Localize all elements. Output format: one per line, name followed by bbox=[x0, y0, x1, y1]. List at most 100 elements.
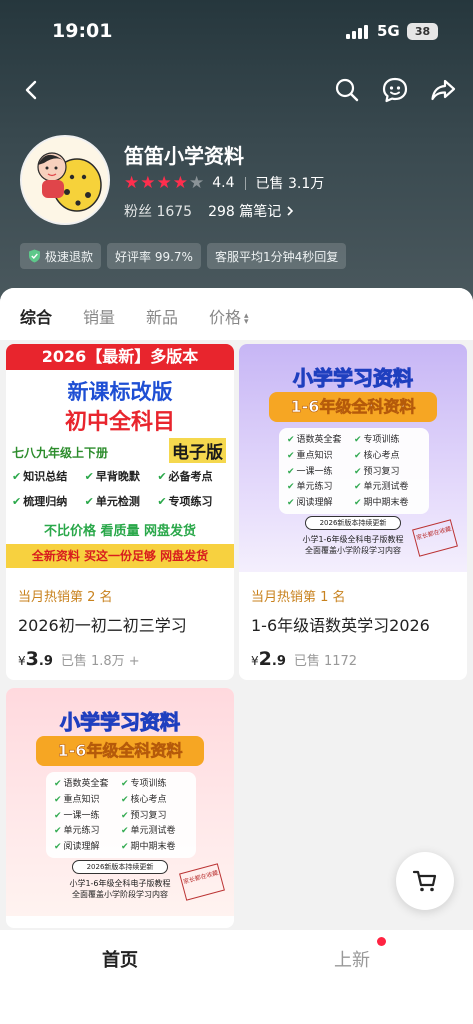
divider bbox=[244, 176, 246, 190]
tab-price-label: 价格 bbox=[209, 308, 242, 327]
poster-item: 语数英全套 bbox=[54, 776, 121, 791]
rank-label: 当月热销第 2 名 bbox=[18, 590, 113, 605]
rating-row: ★ ★ ★ ★ ★ 4.4 已售 3.1万 bbox=[124, 172, 324, 194]
tab-new[interactable]: 新品 bbox=[146, 304, 178, 328]
network-label: 5G bbox=[377, 22, 400, 40]
rank-label: 当月热销第 1 名 bbox=[251, 590, 346, 605]
price-row: ¥ 2 .9 已售 1172 bbox=[251, 648, 357, 670]
notification-dot bbox=[377, 937, 386, 946]
product-card[interactable]: 2026【最新】多版本 新课标改版 初中全科目 七八九年级上下册 电子版 知识总… bbox=[6, 344, 234, 680]
poster-item: 期中期末卷 bbox=[121, 839, 188, 854]
search-icon[interactable] bbox=[331, 74, 363, 106]
cart-icon bbox=[412, 870, 437, 892]
poster-sub: 七八九年级上下册 bbox=[12, 446, 109, 460]
poster-item: 阅读理解 bbox=[54, 839, 121, 854]
tag-response-time[interactable]: 客服平均1分钟4秒回复 bbox=[206, 243, 347, 269]
tag-label: 好评率 99.7% bbox=[115, 249, 193, 264]
chevron-right-icon bbox=[287, 206, 294, 216]
bottom-tab-bar: 首页 上新 bbox=[0, 930, 473, 1024]
poster-item: 核心考点 bbox=[354, 448, 421, 463]
price-integer: 3 bbox=[25, 648, 39, 670]
status-time: 19:01 bbox=[52, 20, 113, 42]
share-icon[interactable] bbox=[427, 74, 459, 106]
product-image: 小学学习资料 1-6年级全科资料 语数英全套 专项训练 重点知识 核心考点 一课… bbox=[6, 688, 234, 916]
poster-item: 期中期末卷 bbox=[354, 495, 421, 510]
poster-pill: 2026新版本持续更新 bbox=[72, 860, 168, 874]
product-title: 1-6年级语数英学习2026 bbox=[251, 616, 430, 635]
poster-slogan: 不比价格 看质量 网盘发货 bbox=[43, 524, 197, 539]
tab-home[interactable]: 首页 bbox=[102, 946, 138, 972]
sold-label: 已售 1172 bbox=[293, 654, 358, 669]
poster-line2: 初中全科目 bbox=[64, 410, 175, 435]
poster-item: 阅读理解 bbox=[287, 495, 354, 510]
product-card[interactable]: 小学学习资料 1-6年级全科资料 语数英全套 专项训练 重点知识 核心考点 一课… bbox=[6, 688, 234, 928]
chat-icon[interactable] bbox=[379, 74, 411, 106]
poster-pill: 2026新版本持续更新 bbox=[305, 516, 401, 530]
price-decimal: .9 bbox=[38, 654, 53, 669]
poster-feature: 必备考点 bbox=[157, 468, 230, 484]
notes-link[interactable]: 298 篇笔记 bbox=[208, 201, 296, 221]
sold-label: 已售 1.8万 + bbox=[60, 654, 140, 669]
price-symbol: ¥ bbox=[18, 654, 26, 668]
poster-item: 预习复习 bbox=[354, 464, 421, 479]
poster-edition: 电子版 bbox=[169, 438, 226, 463]
poster-top: 2026【最新】多版本 bbox=[6, 344, 234, 370]
tab-sales[interactable]: 销量 bbox=[83, 304, 115, 328]
poster-item: 单元练习 bbox=[54, 823, 121, 838]
rating-value: 4.4 bbox=[212, 175, 235, 191]
product-image: 2026【最新】多版本 新课标改版 初中全科目 七八九年级上下册 电子版 知识总… bbox=[6, 344, 234, 572]
tab-price[interactable]: 价格 ▴ ▾ bbox=[209, 304, 249, 328]
nav-bar bbox=[0, 68, 473, 112]
poster-item: 单元测试卷 bbox=[121, 823, 188, 838]
poster-feature: 单元检测 bbox=[85, 493, 158, 509]
tag-fast-refund[interactable]: 极速退款 bbox=[20, 243, 102, 269]
poster-item: 专项训练 bbox=[121, 776, 188, 791]
star-icon: ★ bbox=[124, 173, 140, 193]
battery-icon: 38 bbox=[407, 23, 438, 40]
poster-subheading: 1-6年级全科资料 bbox=[36, 736, 204, 766]
poster-feature: 知识总结 bbox=[12, 468, 85, 484]
notes-count: 298 篇笔记 bbox=[208, 204, 282, 220]
poster-item: 一课一练 bbox=[287, 464, 354, 479]
poster-item: 一课一练 bbox=[54, 808, 121, 823]
cart-button[interactable] bbox=[396, 852, 454, 910]
price-decimal: .9 bbox=[271, 654, 286, 669]
status-bar: 19:01 5G 38 bbox=[0, 0, 473, 60]
sort-caret-icon: ▴ ▾ bbox=[244, 310, 249, 327]
poster-items: 语数英全套 专项训练 重点知识 核心考点 一课一练 预习复习 单元练习 单元测试… bbox=[46, 772, 196, 858]
poster-subheading: 1-6年级全科资料 bbox=[269, 392, 437, 422]
tag-label: 极速退款 bbox=[45, 249, 94, 264]
star-icon: ★ bbox=[189, 173, 205, 193]
product-card[interactable]: 小学学习资料 1-6年级全科资料 语数英全套 专项训练 重点知识 核心考点 一课… bbox=[239, 344, 467, 680]
tag-good-rate[interactable]: 好评率 99.7% bbox=[107, 243, 201, 269]
poster-item: 单元练习 bbox=[287, 479, 354, 494]
fans-count[interactable]: 粉丝 1675 bbox=[124, 201, 192, 221]
poster-feature: 梳理归纳 bbox=[12, 493, 85, 509]
poster-line1: 新课标改版 bbox=[67, 380, 173, 404]
poster-item: 语数英全套 bbox=[287, 432, 354, 447]
star-icon: ★ bbox=[156, 173, 172, 193]
poster-item: 重点知识 bbox=[54, 792, 121, 807]
signal-icon bbox=[346, 25, 370, 39]
poster-item: 核心考点 bbox=[121, 792, 188, 807]
tab-comprehensive[interactable]: 综合 bbox=[20, 304, 52, 328]
tab-new-arrivals[interactable]: 上新 bbox=[334, 946, 370, 972]
shop-name: 笛笛小学资料 bbox=[124, 144, 244, 168]
price-row: ¥ 3 .9 已售 1.8万 + bbox=[18, 648, 140, 670]
service-tags: 极速退款 好评率 99.7% 客服平均1分钟4秒回复 bbox=[20, 243, 347, 269]
back-icon[interactable] bbox=[16, 74, 48, 106]
poster-features: 知识总结 早背晚默 必备考点 梳理归纳 单元检测 专项练习 bbox=[12, 468, 230, 509]
star-icon: ★ bbox=[172, 173, 188, 193]
shop-avatar[interactable] bbox=[20, 135, 110, 225]
tag-label: 客服平均1分钟4秒回复 bbox=[214, 249, 339, 264]
poster-feature: 专项练习 bbox=[157, 493, 230, 509]
price-symbol: ¥ bbox=[251, 654, 259, 668]
rating-stars: ★ ★ ★ ★ ★ bbox=[124, 173, 204, 193]
star-icon: ★ bbox=[140, 173, 156, 193]
poster-item: 单元测试卷 bbox=[354, 479, 421, 494]
poster-feature: 早背晚默 bbox=[85, 468, 158, 484]
sold-count: 已售 3.1万 bbox=[255, 176, 325, 192]
price-integer: 2 bbox=[258, 648, 272, 670]
main-content: 综合 销量 新品 价格 ▴ ▾ 2026【最新】多版本 新课标改版 初中全科目 七八… bbox=[0, 288, 473, 1024]
poster-items: 语数英全套 专项训练 重点知识 核心考点 一课一练 预习复习 单元练习 单元测试… bbox=[279, 428, 429, 514]
